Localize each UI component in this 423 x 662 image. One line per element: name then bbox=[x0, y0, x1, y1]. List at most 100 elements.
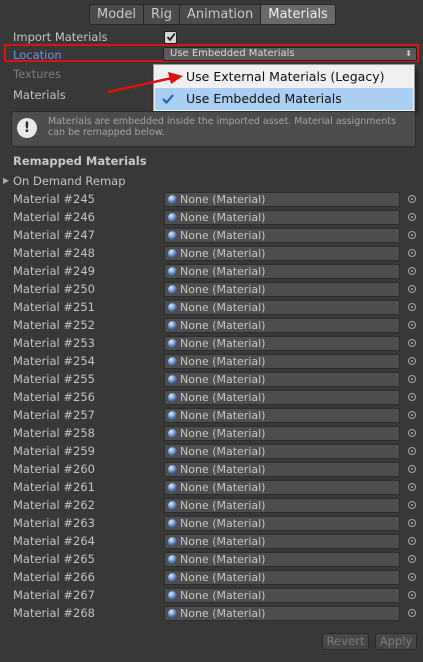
object-picker-icon[interactable] bbox=[408, 357, 416, 365]
material-object-field[interactable]: None (Material) bbox=[164, 498, 400, 513]
object-picker-icon[interactable] bbox=[408, 303, 416, 311]
material-sphere-icon bbox=[168, 483, 177, 492]
revert-button[interactable]: Revert bbox=[322, 633, 369, 650]
material-object-field[interactable]: None (Material) bbox=[164, 426, 400, 441]
material-object-field[interactable]: None (Material) bbox=[164, 444, 400, 459]
object-picker-icon[interactable] bbox=[408, 519, 416, 527]
material-field-value: None (Material) bbox=[180, 265, 266, 278]
material-sphere-icon bbox=[168, 303, 177, 312]
material-field-value: None (Material) bbox=[180, 391, 266, 404]
check-icon bbox=[162, 94, 174, 104]
material-field-value: None (Material) bbox=[180, 283, 266, 296]
tab-animation[interactable]: Animation bbox=[179, 4, 262, 25]
info-help-box: ! Materials are embedded inside the impo… bbox=[11, 111, 416, 147]
material-sphere-icon bbox=[168, 339, 177, 348]
material-name-label: Material #257 bbox=[13, 408, 95, 422]
table-row: Material #245 None (Material) bbox=[0, 191, 423, 209]
object-picker-icon[interactable] bbox=[408, 501, 416, 509]
material-field-value: None (Material) bbox=[180, 427, 266, 440]
option-use-embedded-materials[interactable]: Use Embedded Materials bbox=[155, 88, 413, 110]
table-row: Material #265 None (Material) bbox=[0, 551, 423, 569]
foldout-triangle-icon[interactable]: ▶ bbox=[3, 176, 9, 185]
material-object-field[interactable]: None (Material) bbox=[164, 264, 400, 279]
material-object-field[interactable]: None (Material) bbox=[164, 210, 400, 225]
object-picker-icon[interactable] bbox=[408, 213, 416, 221]
object-picker-icon[interactable] bbox=[408, 609, 416, 617]
material-name-label: Material #250 bbox=[13, 282, 95, 296]
material-object-field[interactable]: None (Material) bbox=[164, 462, 400, 477]
material-field-value: None (Material) bbox=[180, 553, 266, 566]
tab-model[interactable]: Model bbox=[89, 4, 145, 25]
material-object-field[interactable]: None (Material) bbox=[164, 570, 400, 585]
material-name-label: Material #248 bbox=[13, 246, 95, 260]
object-picker-icon[interactable] bbox=[408, 537, 416, 545]
tab-rig[interactable]: Rig bbox=[144, 4, 180, 25]
object-picker-icon[interactable] bbox=[408, 249, 416, 257]
material-object-field[interactable]: None (Material) bbox=[164, 606, 400, 621]
table-row: Material #246 None (Material) bbox=[0, 209, 423, 227]
object-picker-icon[interactable] bbox=[408, 321, 416, 329]
dropdown-arrows-icon: ⬍ bbox=[405, 49, 412, 58]
material-field-value: None (Material) bbox=[180, 481, 266, 494]
object-picker-icon[interactable] bbox=[408, 591, 416, 599]
material-field-value: None (Material) bbox=[180, 229, 266, 242]
material-object-field[interactable]: None (Material) bbox=[164, 516, 400, 531]
table-row: Material #263 None (Material) bbox=[0, 515, 423, 533]
material-field-value: None (Material) bbox=[180, 607, 266, 620]
location-popup-menu: Use External Materials (Legacy) Use Embe… bbox=[153, 64, 415, 112]
table-row: Material #248 None (Material) bbox=[0, 245, 423, 263]
material-object-field[interactable]: None (Material) bbox=[164, 336, 400, 351]
material-object-field[interactable]: None (Material) bbox=[164, 192, 400, 207]
material-name-label: Material #258 bbox=[13, 426, 95, 440]
material-sphere-icon bbox=[168, 357, 177, 366]
material-object-field[interactable]: None (Material) bbox=[164, 390, 400, 405]
apply-button[interactable]: Apply bbox=[375, 633, 417, 650]
material-field-value: None (Material) bbox=[180, 247, 266, 260]
object-picker-icon[interactable] bbox=[408, 231, 416, 239]
object-picker-icon[interactable] bbox=[408, 267, 416, 275]
material-sphere-icon bbox=[168, 267, 177, 276]
material-object-field[interactable]: None (Material) bbox=[164, 588, 400, 603]
object-picker-icon[interactable] bbox=[408, 465, 416, 473]
material-object-field[interactable]: None (Material) bbox=[164, 228, 400, 243]
material-object-field[interactable]: None (Material) bbox=[164, 372, 400, 387]
object-picker-icon[interactable] bbox=[408, 555, 416, 563]
import-materials-checkbox[interactable] bbox=[164, 31, 177, 44]
material-object-field[interactable]: None (Material) bbox=[164, 246, 400, 261]
material-object-field[interactable]: None (Material) bbox=[164, 534, 400, 549]
material-name-label: Material #251 bbox=[13, 300, 95, 314]
object-picker-icon[interactable] bbox=[408, 429, 416, 437]
material-object-field[interactable]: None (Material) bbox=[164, 354, 400, 369]
table-row: Material #260 None (Material) bbox=[0, 461, 423, 479]
option-label: Use Embedded Materials bbox=[186, 91, 342, 106]
material-object-field[interactable]: None (Material) bbox=[164, 408, 400, 423]
material-object-field[interactable]: None (Material) bbox=[164, 318, 400, 333]
material-sphere-icon bbox=[168, 429, 177, 438]
object-picker-icon[interactable] bbox=[408, 411, 416, 419]
object-picker-icon[interactable] bbox=[408, 447, 416, 455]
object-picker-icon[interactable] bbox=[408, 483, 416, 491]
object-picker-icon[interactable] bbox=[408, 375, 416, 383]
object-picker-icon[interactable] bbox=[408, 195, 416, 203]
material-object-field[interactable]: None (Material) bbox=[164, 300, 400, 315]
option-use-external-materials[interactable]: Use External Materials (Legacy) bbox=[155, 66, 413, 88]
material-object-field[interactable]: None (Material) bbox=[164, 282, 400, 297]
object-picker-icon[interactable] bbox=[408, 339, 416, 347]
on-demand-remap-foldout[interactable]: On Demand Remap bbox=[13, 174, 126, 188]
material-object-field[interactable]: None (Material) bbox=[164, 552, 400, 567]
material-sphere-icon bbox=[168, 213, 177, 222]
material-name-label: Material #265 bbox=[13, 552, 95, 566]
object-picker-icon[interactable] bbox=[408, 393, 416, 401]
location-dropdown[interactable]: Use Embedded Materials ⬍ bbox=[163, 47, 417, 61]
material-object-field[interactable]: None (Material) bbox=[164, 480, 400, 495]
material-name-label: Material #266 bbox=[13, 570, 95, 584]
object-picker-icon[interactable] bbox=[408, 573, 416, 581]
table-row: Material #253 None (Material) bbox=[0, 335, 423, 353]
option-label: Use External Materials (Legacy) bbox=[186, 69, 385, 84]
object-picker-icon[interactable] bbox=[408, 285, 416, 293]
tab-materials[interactable]: Materials bbox=[261, 4, 336, 25]
material-name-label: Material #256 bbox=[13, 390, 95, 404]
material-field-value: None (Material) bbox=[180, 445, 266, 458]
materials-label: Materials bbox=[13, 88, 66, 102]
importer-tab-bar: Model Rig Animation Materials bbox=[89, 4, 336, 25]
